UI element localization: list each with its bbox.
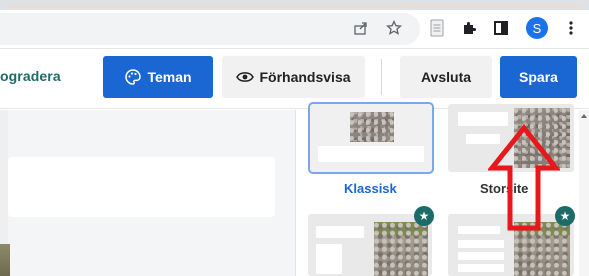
- preview-label: Förhandsvisa: [259, 69, 351, 85]
- theme-tile-premium-1[interactable]: [308, 214, 432, 276]
- canvas-image[interactable]: [0, 244, 10, 276]
- sidebar-icon[interactable]: [491, 18, 511, 38]
- kebab-menu-icon[interactable]: [561, 18, 581, 38]
- header-separator: [381, 59, 382, 95]
- preview-button[interactable]: Förhandsvisa: [222, 56, 365, 98]
- content-block[interactable]: [8, 157, 275, 217]
- theme-thumbnail-image: [374, 222, 428, 276]
- tab-edge: [8, 5, 583, 8]
- profile-initial: S: [532, 20, 542, 36]
- save-label: Spara: [519, 69, 558, 85]
- eye-icon: [236, 68, 255, 86]
- page: S ogradera Teman Förhandsvisa Avsluta Sp…: [0, 0, 589, 276]
- save-button[interactable]: Spara: [500, 56, 577, 98]
- profile-avatar[interactable]: S: [526, 17, 548, 39]
- theme-thumbnail-bar: [458, 240, 504, 248]
- theme-thumbnail-bar: [458, 264, 504, 272]
- theme-thumbnail-bar: [458, 252, 504, 260]
- puzzle-extensions-icon[interactable]: [459, 18, 479, 38]
- theme-thumbnail-image: [350, 112, 394, 142]
- star-icon[interactable]: [385, 19, 403, 37]
- theme-thumbnail-bar: [316, 226, 364, 238]
- exit-label: Avsluta: [420, 69, 472, 85]
- share-icon[interactable]: [352, 19, 370, 37]
- exit-button[interactable]: Avsluta: [400, 56, 492, 98]
- browser-toolbar: S: [0, 10, 589, 48]
- red-arrow-annotation: [488, 124, 560, 231]
- upgrade-link[interactable]: ogradera: [0, 68, 61, 84]
- theme-thumbnail-bar: [318, 146, 424, 162]
- palette-icon: [124, 68, 142, 86]
- theme-thumbnail-bar: [316, 244, 342, 274]
- themes-button[interactable]: Teman: [103, 56, 213, 98]
- theme-tile-klassisk[interactable]: [308, 102, 434, 174]
- premium-star-icon: ★: [414, 206, 434, 226]
- themes-label: Teman: [147, 69, 192, 85]
- panel-scrollbar[interactable]: [579, 110, 589, 276]
- document-icon[interactable]: [427, 18, 447, 38]
- scroll-up-arrow[interactable]: [581, 114, 587, 118]
- editor-header: ogradera Teman Förhandsvisa Avsluta Spar…: [0, 49, 589, 109]
- browser-tab-strip: [0, 0, 589, 10]
- theme-label-klassisk[interactable]: Klassisk: [344, 181, 397, 196]
